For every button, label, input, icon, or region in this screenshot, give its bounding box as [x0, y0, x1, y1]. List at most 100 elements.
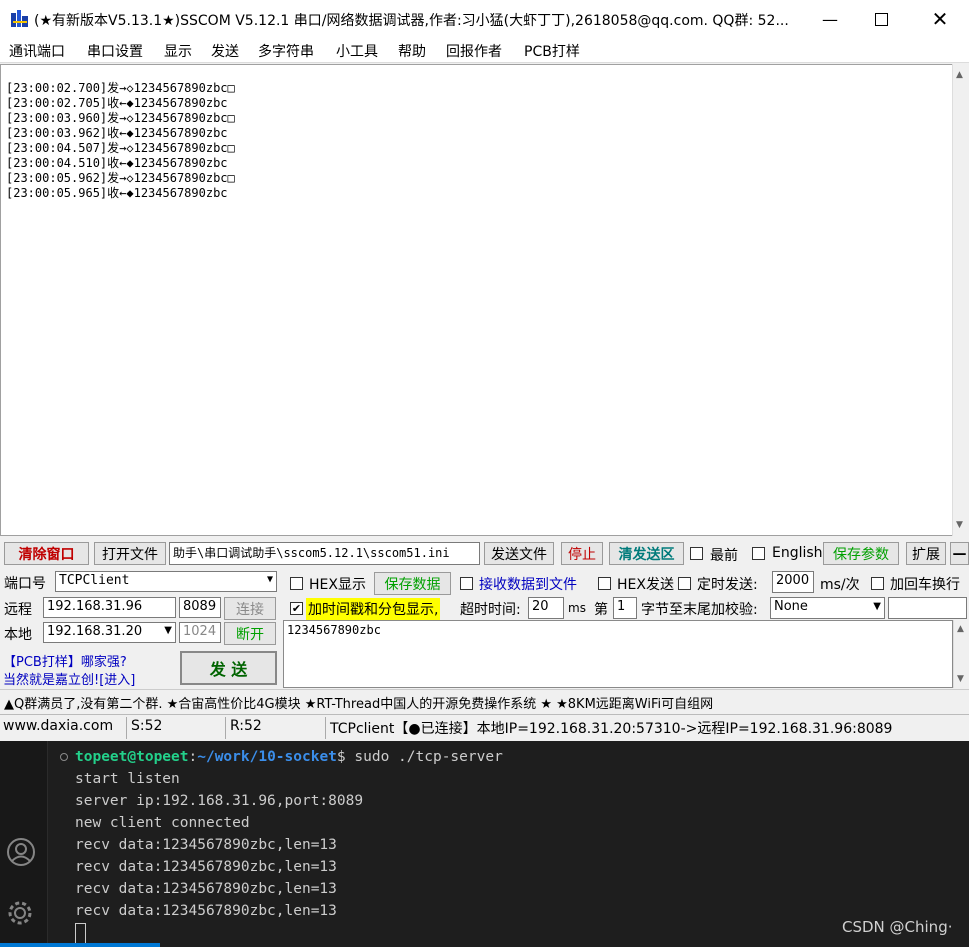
- terminal-line: server ip:192.168.31.96,port:8089: [75, 793, 364, 809]
- save-params-button[interactable]: 保存参数: [823, 542, 899, 565]
- chevron-down-icon: ▼: [266, 574, 273, 585]
- log-line: [23:00:05.962]发→◇1234567890zbc□: [6, 171, 235, 185]
- status-bar: www.daxia.com S:52 R:52 TCPclient【●已连接】本…: [0, 714, 969, 740]
- disconnect-button[interactable]: 断开: [224, 622, 276, 645]
- scroll-down-icon[interactable]: ▼: [956, 520, 963, 530]
- title-bar: (★有新版本V5.13.1★)SSCOM V5.12.1 串口/网络数据调试器,…: [0, 0, 969, 38]
- port-label: 端口号: [4, 576, 46, 592]
- terminal-cursor: [75, 922, 86, 944]
- timeout-input[interactable]: 20: [528, 597, 564, 619]
- chevron-down-icon: ▼: [164, 625, 172, 636]
- minimize-icon[interactable]: —: [805, 0, 855, 38]
- nth-input[interactable]: 1: [613, 597, 637, 619]
- checksum-label: 字节至末尾加校验:: [641, 602, 758, 618]
- open-file-button[interactable]: 打开文件: [94, 542, 166, 565]
- pcb-promo-link-1[interactable]: 【PCB打样】哪家强?: [3, 651, 127, 670]
- send-button[interactable]: 发 送: [180, 651, 277, 685]
- terminal-line: recv data:1234567890zbc,len=13: [75, 903, 337, 919]
- send-text-area[interactable]: 1234567890zbc: [283, 620, 953, 688]
- terminal-line: new client connected: [75, 815, 250, 831]
- local-port-input[interactable]: 1024: [179, 622, 221, 643]
- menu-send[interactable]: 发送: [211, 41, 239, 61]
- account-icon[interactable]: [6, 837, 36, 871]
- status-recv-count: R:52: [230, 718, 262, 734]
- interval-input[interactable]: 2000: [772, 571, 814, 593]
- stop-button[interactable]: 停止: [561, 542, 603, 565]
- panel-accent-bar: [0, 943, 160, 947]
- scroll-up-icon[interactable]: ▲: [957, 624, 964, 634]
- clear-window-button[interactable]: 清除窗口: [4, 542, 89, 565]
- log-line: [23:00:05.965]收←◆1234567890zbc: [6, 186, 228, 200]
- local-ip-value: 192.168.31.20: [47, 624, 143, 639]
- menu-serial-settings[interactable]: 串口设置: [87, 41, 143, 61]
- log-line: [23:00:02.700]发→◇1234567890zbc□: [6, 81, 235, 95]
- send-file-button[interactable]: 发送文件: [484, 542, 554, 565]
- checksum-result-field[interactable]: [888, 597, 967, 619]
- expand-button[interactable]: 扩展: [906, 542, 946, 565]
- status-sent-count: S:52: [131, 718, 163, 734]
- timed-send-checkbox[interactable]: [678, 577, 691, 590]
- close-icon[interactable]: ✕: [915, 0, 965, 38]
- checksum-value: None: [774, 599, 808, 614]
- log-line: [23:00:03.962]收←◆1234567890zbc: [6, 126, 228, 140]
- hex-display-label: HEX显示: [309, 577, 366, 593]
- clear-send-button[interactable]: 清发送区: [609, 542, 684, 565]
- settings-gear-icon[interactable]: [6, 899, 34, 931]
- news-ticker[interactable]: ▲Q群满员了,没有第二个群. ★合宙高性价比4G模块 ★RT-Thread中国人…: [0, 689, 969, 713]
- scroll-down-icon[interactable]: ▼: [957, 674, 964, 684]
- menu-tools[interactable]: 小工具: [336, 41, 378, 61]
- send-scrollbar[interactable]: ▲ ▼: [953, 620, 969, 688]
- scroll-up-icon[interactable]: ▲: [956, 70, 963, 80]
- port-value: TCPClient: [59, 573, 130, 588]
- log-line: [23:00:03.960]发→◇1234567890zbc□: [6, 111, 235, 125]
- pcb-promo-link-2[interactable]: 当然就是嘉立创![进入]: [3, 669, 135, 688]
- menu-multi-string[interactable]: 多字符串: [258, 41, 314, 61]
- english-checkbox[interactable]: [752, 547, 765, 560]
- terminal-line: recv data:1234567890zbc,len=13: [75, 881, 337, 897]
- timestamp-label: 加时间戳和分包显示,: [306, 598, 441, 620]
- receive-log[interactable]: [23:00:02.700]发→◇1234567890zbc□ [23:00:02…: [0, 64, 953, 536]
- menu-feedback[interactable]: 回报作者: [446, 41, 502, 61]
- activity-bar: [0, 741, 48, 947]
- menu-pcb[interactable]: PCB打样: [524, 41, 580, 61]
- window-title: (★有新版本V5.13.1★)SSCOM V5.12.1 串口/网络数据调试器,…: [34, 13, 789, 29]
- log-line: [23:00:02.705]收←◆1234567890zbc: [6, 96, 228, 110]
- port-select[interactable]: TCPClient ▼: [55, 571, 277, 592]
- menu-display[interactable]: 显示: [164, 41, 192, 61]
- timestamp-checkbox[interactable]: ✔: [290, 602, 303, 615]
- file-path-field[interactable]: 助手\串口调试助手\sscom5.12.1\sscom51.ini: [169, 542, 480, 565]
- save-data-button[interactable]: 保存数据: [374, 572, 451, 595]
- maximize-icon[interactable]: [856, 0, 906, 38]
- hex-display-checkbox[interactable]: [290, 577, 303, 590]
- log-scrollbar[interactable]: ▲ ▼: [952, 64, 969, 536]
- timeout-unit: ms: [568, 601, 586, 615]
- nth-label: 第: [594, 602, 608, 618]
- interval-unit: ms/次: [820, 577, 860, 593]
- status-connection: TCPclient【●已连接】本地IP=192.168.31.20:57310-…: [330, 721, 893, 737]
- menu-help[interactable]: 帮助: [398, 41, 426, 61]
- local-label: 本地: [4, 627, 32, 643]
- timeout-label: 超时时间:: [460, 602, 521, 618]
- timed-send-label: 定时发送:: [697, 577, 758, 593]
- terminal-line: recv data:1234567890zbc,len=13: [75, 859, 337, 875]
- local-ip-select[interactable]: 192.168.31.20 ▼: [43, 622, 176, 643]
- remote-port-input[interactable]: 8089: [179, 597, 221, 618]
- newline-checkbox[interactable]: [871, 577, 884, 590]
- hex-send-checkbox[interactable]: [598, 577, 611, 590]
- topmost-checkbox[interactable]: [690, 547, 703, 560]
- connect-button[interactable]: 连接: [224, 597, 276, 620]
- chevron-down-icon: ▼: [873, 601, 881, 612]
- terminal-output: topeet@topeet:~/work/10-socket$ sudo ./t…: [75, 746, 503, 944]
- recv-to-file-checkbox[interactable]: [460, 577, 473, 590]
- collapse-button[interactable]: —: [950, 542, 969, 565]
- recv-to-file-label: 接收数据到文件: [479, 577, 577, 593]
- remote-label: 远程: [4, 602, 32, 618]
- menu-comm-port[interactable]: 通讯端口: [9, 41, 65, 61]
- terminal-command: sudo ./tcp-server: [354, 749, 503, 765]
- hex-send-label: HEX发送: [617, 577, 674, 593]
- english-label: English: [772, 545, 823, 561]
- menu-bar: 通讯端口 串口设置 显示 发送 多字符串 小工具 帮助 回报作者 PCB打样: [0, 38, 969, 63]
- status-site[interactable]: www.daxia.com: [3, 718, 113, 734]
- remote-ip-input[interactable]: 192.168.31.96: [43, 597, 176, 618]
- checksum-select[interactable]: None ▼: [770, 597, 885, 619]
